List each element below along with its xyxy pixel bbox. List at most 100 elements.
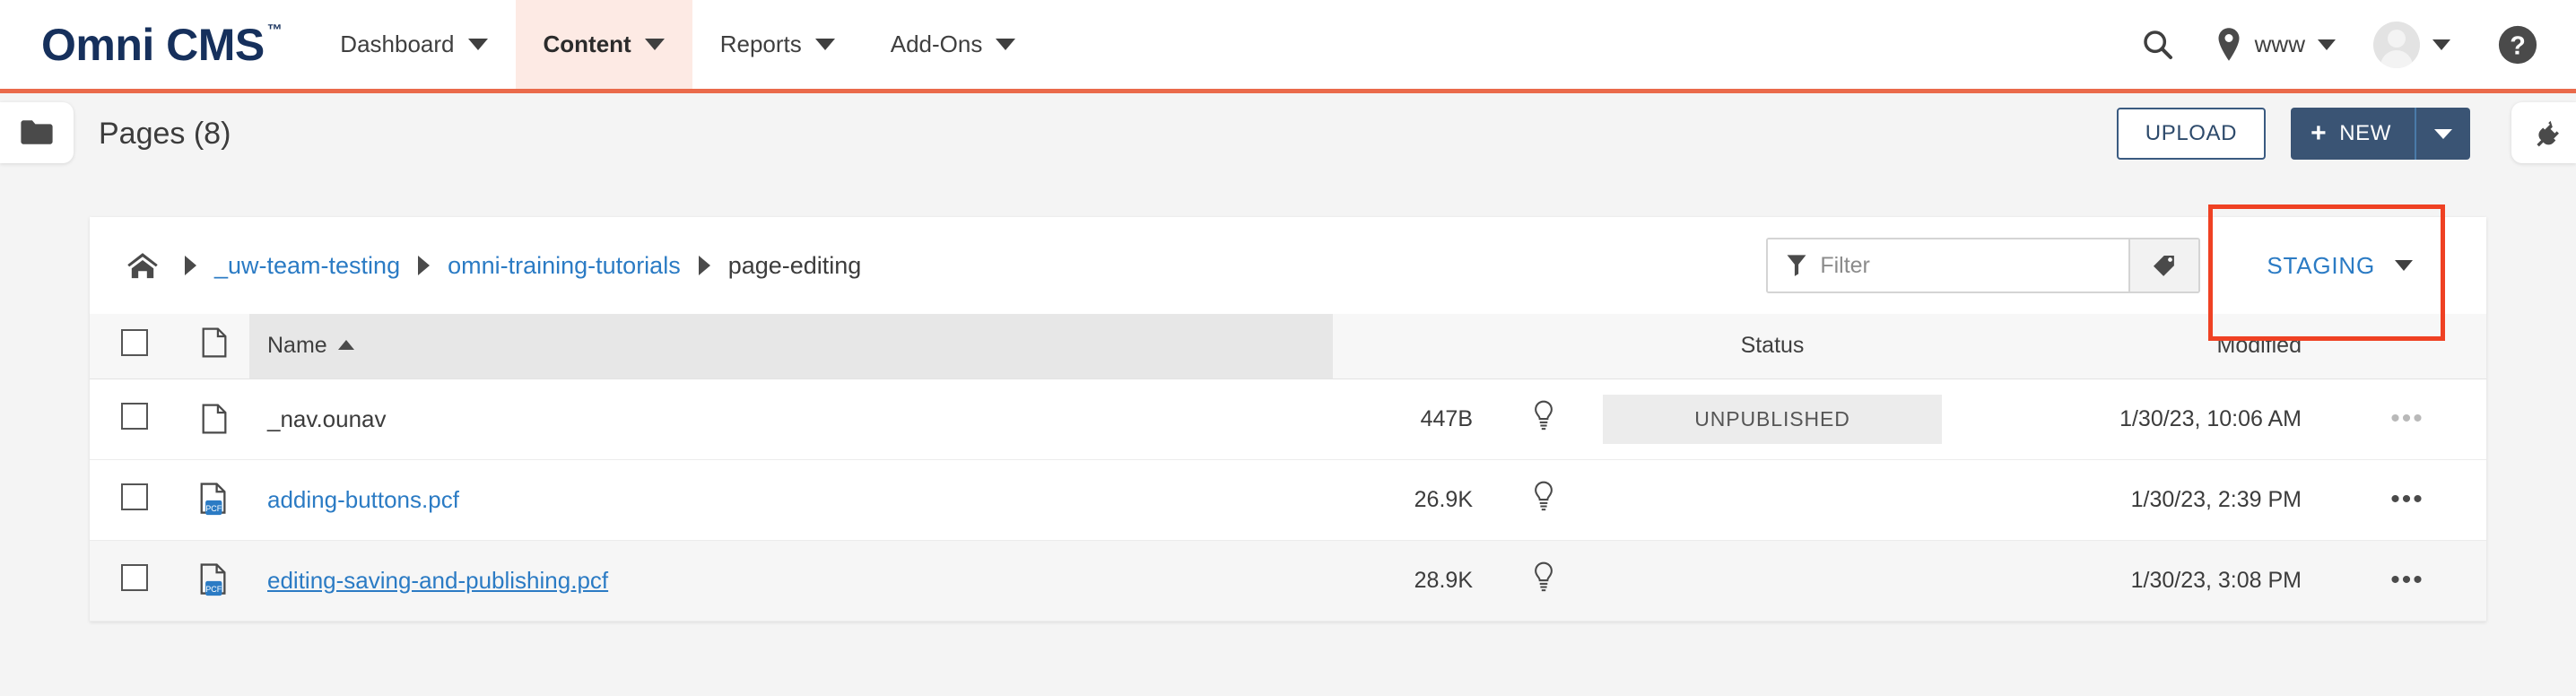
row-menu-cell[interactable]: ••• — [2328, 540, 2486, 621]
staging-publish-target-dropdown[interactable]: STAGING — [2267, 252, 2486, 280]
upload-button[interactable]: UPLOAD — [2116, 108, 2267, 160]
new-button[interactable]: + NEW — [2291, 108, 2415, 160]
row-bulb-cell[interactable] — [1494, 378, 1593, 459]
header-modified[interactable]: Modified — [1952, 314, 2328, 379]
page-actions: UPLOAD + NEW — [2116, 108, 2576, 160]
toolbar-row: _uw-team-testing omni-training-tutorials… — [90, 204, 2486, 341]
breadcrumb-separator-icon — [698, 256, 710, 275]
breadcrumb-item-0[interactable]: _uw-team-testing — [214, 252, 400, 280]
row-name-cell: editing-saving-and-publishing.pcf — [249, 540, 1333, 621]
nav-item-content[interactable]: Content — [515, 0, 692, 89]
nav-item-addons-label: Add-Ons — [890, 30, 983, 57]
lightbulb-icon — [1532, 400, 1555, 432]
row-select-cell[interactable] — [90, 459, 179, 540]
header-modified-label: Modified — [2216, 333, 2302, 359]
row-select-cell[interactable] — [90, 378, 179, 459]
chevron-down-icon — [2318, 39, 2336, 50]
row-options-menu-icon[interactable]: ••• — [2390, 565, 2424, 595]
nav-utility-group: www ? — [2117, 0, 2576, 89]
plus-icon: + — [2311, 118, 2328, 148]
nav-item-reports[interactable]: Reports — [692, 0, 863, 89]
breadcrumb-item-1[interactable]: omni-training-tutorials — [448, 252, 681, 280]
app-logo[interactable]: Omni CMS ™ — [0, 0, 283, 89]
new-button-label: NEW — [2339, 121, 2391, 145]
sort-ascending-icon — [337, 340, 354, 351]
file-pcf-icon: PCF — [179, 563, 249, 597]
user-menu[interactable] — [2345, 21, 2465, 68]
row-file-icon-cell: PCF — [179, 459, 249, 540]
filter-input[interactable]: Filter — [1768, 239, 2129, 291]
pages-table-body: _nav.ounav 447B UNPUBLISHED 1/30/23, 10:… — [90, 378, 2486, 621]
chevron-down-icon — [2395, 260, 2413, 271]
row-name-cell: _nav.ounav — [249, 378, 1333, 459]
svg-text:?: ? — [2510, 31, 2526, 60]
header-name[interactable]: Name — [249, 314, 1333, 379]
nav-item-content-label: Content — [543, 30, 631, 57]
header-select-all[interactable] — [90, 314, 179, 379]
table-row[interactable]: PCF editing-saving-and-publishing.pcf 28… — [90, 540, 2486, 621]
row-name-link[interactable]: editing-saving-and-publishing.pcf — [267, 567, 608, 594]
content-card: _uw-team-testing omni-training-tutorials… — [90, 204, 2486, 622]
nav-item-addons[interactable]: Add-Ons — [863, 0, 1044, 89]
row-status-cell: UNPUBLISHED — [1593, 378, 1952, 459]
row-status-cell — [1593, 540, 1952, 621]
gadgets-tab-button[interactable] — [2511, 102, 2576, 163]
row-modified-cell: 1/30/23, 2:39 PM — [2130, 486, 2302, 512]
row-checkbox[interactable] — [121, 402, 148, 430]
row-name-link[interactable]: adding-buttons.pcf — [267, 486, 459, 513]
file-blank-icon — [179, 404, 249, 434]
upload-button-label: UPLOAD — [2145, 121, 2238, 145]
row-select-cell[interactable] — [90, 540, 179, 621]
help-button[interactable]: ? — [2465, 24, 2538, 65]
new-dropdown-toggle[interactable] — [2415, 108, 2470, 160]
row-modified-cell: 1/30/23, 10:06 AM — [2119, 405, 2302, 431]
file-type-icon — [202, 327, 227, 358]
select-all-checkbox[interactable] — [121, 329, 148, 357]
help-question-icon: ? — [2498, 25, 2537, 64]
table-row[interactable]: PCF adding-buttons.pcf 26.9K 1/30/23, 2:… — [90, 459, 2486, 540]
search-button[interactable] — [2117, 27, 2199, 63]
header-row-menu — [2328, 314, 2486, 379]
table-row[interactable]: _nav.ounav 447B UNPUBLISHED 1/30/23, 10:… — [90, 378, 2486, 459]
file-pcf-icon: PCF — [179, 483, 249, 517]
row-size-cell: 26.9K — [1414, 486, 1473, 512]
row-options-menu-icon[interactable]: ••• — [2390, 404, 2424, 433]
page-header-bar: Pages (8) UPLOAD + NEW — [0, 93, 2576, 174]
new-button-group: + NEW — [2291, 108, 2470, 160]
row-menu-cell[interactable]: ••• — [2328, 459, 2486, 540]
breadcrumb-home-button[interactable] — [126, 250, 160, 281]
header-file-type — [179, 314, 249, 379]
location-pin-icon — [2218, 27, 2240, 61]
header-size — [1333, 314, 1494, 379]
header-name-label: Name — [267, 333, 327, 359]
breadcrumb-separator-icon — [185, 256, 196, 275]
row-checkbox[interactable] — [121, 563, 148, 591]
filter-box: Filter — [1766, 238, 2201, 293]
svg-text:PCF: PCF — [205, 585, 222, 594]
top-navigation-bar: Omni CMS ™ Dashboard Content Reports Add-… — [0, 0, 2576, 93]
lightbulb-icon — [1532, 561, 1555, 594]
tag-filter-button[interactable] — [2128, 239, 2199, 291]
row-options-menu-icon[interactable]: ••• — [2390, 484, 2424, 514]
row-size-cell: 28.9K — [1414, 567, 1473, 593]
page-title: Pages (8) — [99, 116, 231, 151]
folder-tab-button[interactable] — [0, 102, 74, 163]
lightbulb-icon — [1532, 481, 1555, 513]
folder-icon — [21, 120, 53, 144]
pages-table: Name Status Modified _nav.ounav 447B UNP… — [90, 314, 2486, 622]
chevron-down-icon — [644, 39, 665, 50]
home-icon — [127, 253, 158, 279]
site-selector[interactable]: www — [2199, 27, 2345, 63]
header-status[interactable]: Status — [1593, 314, 1952, 379]
nav-item-dashboard[interactable]: Dashboard — [312, 0, 515, 89]
row-bulb-cell[interactable] — [1494, 459, 1593, 540]
pages-table-header: Name Status Modified — [90, 314, 2486, 379]
table-header-row: Name Status Modified — [90, 314, 2486, 379]
avatar — [2373, 21, 2420, 68]
plug-icon — [2537, 120, 2559, 147]
chevron-down-icon — [2434, 128, 2452, 139]
status-badge: UNPUBLISHED — [1603, 394, 1942, 444]
row-bulb-cell[interactable] — [1494, 540, 1593, 621]
row-menu-cell[interactable]: ••• — [2328, 378, 2486, 459]
row-checkbox[interactable] — [121, 483, 148, 510]
